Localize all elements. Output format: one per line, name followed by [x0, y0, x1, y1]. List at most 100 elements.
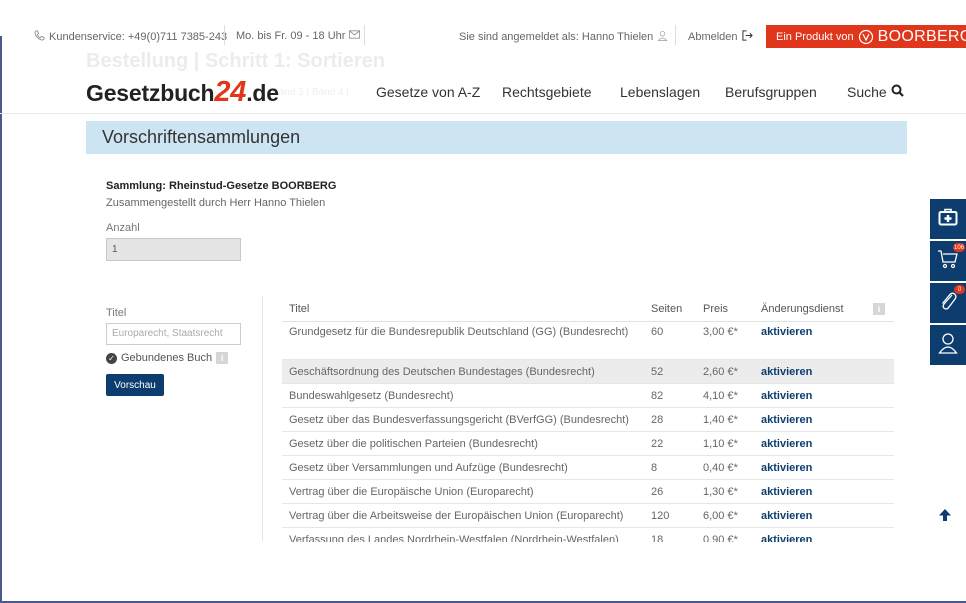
- info-icon[interactable]: i: [873, 303, 885, 315]
- divider: [224, 25, 225, 45]
- row-preis: 1,30 €*: [703, 486, 738, 498]
- row-preis: 1,10 €*: [703, 438, 738, 450]
- brand-text: BOORBERG: [877, 27, 966, 45]
- table-row[interactable]: Gesetz über Versammlungen und Aufzüge (B…: [282, 456, 894, 480]
- search-label: Suche: [847, 84, 887, 100]
- paperclip-button[interactable]: 0: [930, 283, 966, 323]
- table-row[interactable]: Verfassung des Landes Nordrhein-Westfale…: [282, 528, 894, 542]
- aktivieren-link[interactable]: aktivieren: [761, 461, 812, 476]
- aktivieren-link[interactable]: aktivieren: [761, 437, 812, 452]
- row-preis: 0,90 €*: [703, 534, 738, 542]
- table-row[interactable]: Grundgesetz für die Bundesrepublik Deuts…: [282, 321, 894, 360]
- row-titel: Vertrag über die Europäische Union (Euro…: [289, 486, 534, 498]
- cart-icon: [937, 249, 959, 274]
- aktivieren-link[interactable]: aktivieren: [761, 389, 812, 404]
- table-row[interactable]: Vertrag über die Arbeitsweise der Europä…: [282, 504, 894, 528]
- page-title: Vorschriftensammlungen: [102, 127, 301, 147]
- row-seiten: 60: [651, 326, 664, 338]
- logout-icon: [741, 30, 753, 44]
- table-row[interactable]: Vertrag über die Europäische Union (Euro…: [282, 480, 894, 504]
- row-seiten: 26: [651, 486, 664, 498]
- nav-item-berufsgruppen[interactable]: Berufsgruppen: [725, 84, 817, 100]
- scroll-to-top-arrow-icon[interactable]: [938, 508, 952, 527]
- row-titel: Grundgesetz für die Bundesrepublik Deuts…: [289, 326, 629, 338]
- phone-icon: [34, 30, 45, 44]
- hours-text: Mo. bis Fr. 09 - 18 Uhr: [236, 30, 346, 42]
- header-aenderungsdienst[interactable]: Änderungsdienst: [761, 303, 844, 315]
- window-frame-left: [0, 0, 2, 603]
- site-logo[interactable]: Gesetzbuch24.de: [86, 76, 279, 109]
- titel-input[interactable]: Europarecht, Staatsrecht: [106, 323, 241, 345]
- user-icon: [657, 30, 668, 44]
- kundenservice[interactable]: Kundenservice: +49(0)711 7385-243: [34, 30, 227, 44]
- user-account-button[interactable]: [930, 325, 966, 365]
- gebundenes-buch-label: Gebundenes Buch: [121, 352, 213, 364]
- cart-count-badge: 106: [952, 243, 965, 252]
- row-seiten: 82: [651, 390, 664, 402]
- row-seiten: 52: [651, 366, 664, 378]
- aktivieren-link[interactable]: aktivieren: [761, 413, 812, 428]
- row-preis: 6,00 €*: [703, 510, 738, 522]
- logout-text: Abmelden: [688, 31, 738, 43]
- mail-icon[interactable]: [349, 30, 361, 42]
- logged-in-info: Sie sind angemeldet als: Hanno Thielen: [459, 30, 668, 44]
- logo-part1: Gesetzbuch: [86, 80, 215, 106]
- check-icon[interactable]: ✓: [106, 352, 117, 364]
- row-preis: 2,60 €*: [703, 366, 738, 378]
- ghost-bands: Band 3 | Band 4 |: [272, 87, 349, 98]
- nav-item-rechtsgebiete[interactable]: Rechtsgebiete: [502, 84, 592, 100]
- divider: [364, 25, 365, 45]
- boorberg-logo-icon: [858, 29, 874, 45]
- row-seiten: 120: [651, 510, 670, 522]
- header-divider: [0, 113, 966, 114]
- row-titel: Gesetz über das Bundesverfassungsgericht…: [289, 414, 629, 426]
- logo-part3: .de: [246, 80, 279, 106]
- row-preis: 1,40 €*: [703, 414, 738, 426]
- logged-in-text: Sie sind angemeldet als: Hanno Thielen: [459, 31, 654, 43]
- row-seiten: 18: [651, 534, 664, 542]
- table-row[interactable]: Gesetz über das Bundesverfassungsgericht…: [282, 408, 894, 432]
- column-divider: [262, 296, 263, 541]
- row-seiten: 28: [651, 414, 664, 426]
- first-aid-button[interactable]: [930, 199, 966, 239]
- first-aid-kit-icon: [938, 208, 958, 231]
- table-row[interactable]: Geschäftsordnung des Deutschen Bundestag…: [282, 360, 894, 384]
- aktivieren-link[interactable]: aktivieren: [761, 533, 812, 542]
- page-title-banner: Vorschriftensammlungen: [86, 121, 907, 154]
- table-row[interactable]: Gesetz über die politischen Parteien (Bu…: [282, 432, 894, 456]
- row-preis: 0,40 €*: [703, 462, 738, 474]
- anzahl-field[interactable]: 1: [106, 238, 241, 261]
- nav-search[interactable]: Suche: [847, 84, 904, 100]
- header-preis[interactable]: Preis: [703, 303, 728, 315]
- row-titel: Bundeswahlgesetz (Bundesrecht): [289, 390, 454, 402]
- search-icon: [891, 84, 904, 100]
- vorschau-button[interactable]: Vorschau: [106, 374, 164, 396]
- row-seiten: 22: [651, 438, 664, 450]
- aktivieren-link[interactable]: aktivieren: [761, 485, 812, 500]
- nav-item-gesetze-a-z[interactable]: Gesetze von A-Z: [376, 84, 480, 100]
- header-titel[interactable]: Titel: [289, 303, 309, 315]
- row-preis: 3,00 €*: [703, 326, 738, 338]
- row-titel: Gesetz über Versammlungen und Aufzüge (B…: [289, 462, 568, 474]
- titel-label: Titel: [106, 307, 127, 319]
- aktivieren-link[interactable]: aktivieren: [761, 509, 812, 524]
- boorberg-product-badge[interactable]: Ein Produkt von BOORBERG: [766, 25, 966, 48]
- sammlung-title: Sammlung: Rheinstud-Gesetze BOORBERG: [106, 180, 337, 192]
- table-header: Titel Seiten Preis Änderungsdienst i: [282, 297, 894, 322]
- logo-part2: 24: [214, 76, 247, 108]
- header-seiten[interactable]: Seiten: [651, 303, 682, 315]
- row-titel: Verfassung des Landes Nordrhein-Westfale…: [289, 534, 619, 542]
- row-titel: Vertrag über die Arbeitsweise der Europä…: [289, 510, 624, 522]
- logout-link[interactable]: Abmelden: [688, 30, 753, 44]
- info-icon[interactable]: i: [216, 352, 229, 364]
- aktivieren-link[interactable]: aktivieren: [761, 325, 812, 340]
- cart-button[interactable]: 106: [930, 241, 966, 281]
- table-row[interactable]: Bundeswahlgesetz (Bundesrecht) 82 4,10 €…: [282, 384, 894, 408]
- gebundenes-buch-option[interactable]: ✓ Gebundenes Buch i: [106, 352, 229, 364]
- row-seiten: 8: [651, 462, 658, 474]
- user-icon: [938, 332, 958, 359]
- top-bar: Kundenservice: +49(0)711 7385-243 Mo. bi…: [0, 0, 966, 48]
- aktivieren-link[interactable]: aktivieren: [761, 365, 812, 380]
- row-titel: Gesetz über die politischen Parteien (Bu…: [289, 438, 538, 450]
- nav-item-lebenslagen[interactable]: Lebenslagen: [620, 84, 700, 100]
